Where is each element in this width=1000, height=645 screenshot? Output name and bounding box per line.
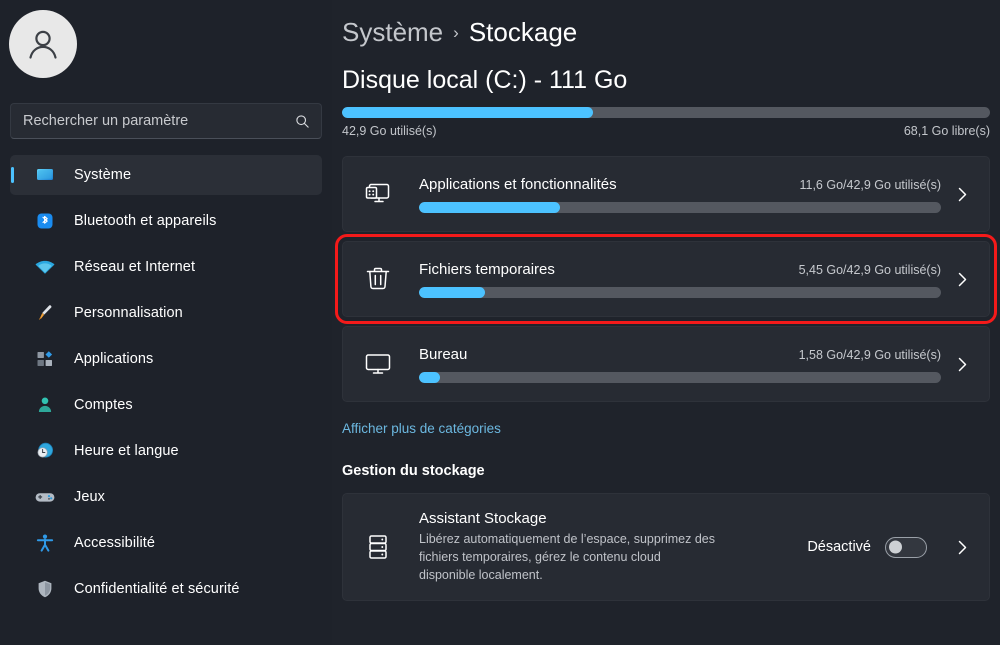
storage-sense-description: Libérez automatiquement de l’espace, sup… [419,532,716,583]
sidebar-item-personnalisation[interactable]: Personnalisation [10,293,322,333]
sidebar-item-heure-et-langue[interactable]: Heure et langue [10,431,322,471]
storage-category-bar [419,286,941,298]
paintbrush-icon [34,302,56,324]
sidebar-item-label: Système [74,167,132,183]
avatar[interactable] [9,10,77,78]
person-icon [34,394,56,416]
user-avatar-icon [23,24,63,64]
drive-used-label: 42,9 Go utilisé(s) [342,124,437,138]
sidebar-item-label: Réseau et Internet [74,259,196,275]
breadcrumb-parent[interactable]: Système [342,17,443,48]
sidebar-item-confidentialite-et-securite[interactable]: Confidentialité et sécurité [10,569,322,609]
storage-category-bar-fill [419,201,560,213]
storage-category-body: Fichiers temporaires 5,45 Go/42,9 Go uti… [419,261,941,298]
main-content: Système › Stockage Disque local (C:) - 1… [332,0,1000,645]
storage-category-card-highlighted[interactable]: Fichiers temporaires 5,45 Go/42,9 Go uti… [335,234,997,324]
breadcrumb: Système › Stockage [332,0,1000,48]
sidebar-nav: Système Bluetooth et appareils Réseau et… [0,155,332,609]
storage-category-body: Applications et fonctionnalités 11,6 Go/… [419,176,941,213]
search-input[interactable] [11,104,321,138]
sidebar-item-systeme[interactable]: Système [10,155,322,195]
sidebar-item-label: Accessibilité [74,535,156,551]
sidebar-item-label: Applications [74,351,154,367]
sidebar-item-label: Comptes [74,397,133,413]
storage-category-row: Bureau 1,58 Go/42,9 Go utilisé(s) [419,346,941,363]
chevron-right-icon[interactable] [949,271,975,288]
storage-category-title: Fichiers temporaires [419,260,555,278]
storage-category-bar [419,371,941,383]
storage-sense-toggle[interactable] [885,536,927,558]
clock-globe-icon [34,440,56,462]
sidebar-item-label: Heure et langue [74,443,179,459]
trash-icon [361,262,395,296]
chevron-right-icon[interactable] [949,356,975,373]
storage-category-bar-fill [419,371,440,383]
desktop-monitor-icon [361,347,395,381]
storage-category-value: 5,45 Go/42,9 Go utilisé(s) [798,262,941,277]
storage-category-row: Applications et fonctionnalités 11,6 Go/… [419,176,941,193]
sidebar-item-label: Personnalisation [74,305,183,321]
sidebar-item-bluetooth-et-appareils[interactable]: Bluetooth et appareils [10,201,322,241]
storage-sense-title: Assistant Stockage [419,510,547,527]
storage-category-value: 11,6 Go/42,9 Go utilisé(s) [799,177,941,192]
avatar-container [0,0,332,78]
apps-icon [34,348,56,370]
wifi-icon [34,256,56,278]
settings-window: Système Bluetooth et appareils [0,0,1000,645]
sidebar-item-comptes[interactable]: Comptes [10,385,322,425]
show-more-categories-link[interactable]: Afficher plus de catégories [332,411,501,436]
sidebar-item-accessibilite[interactable]: Accessibilité [10,523,322,563]
toggle-knob [889,540,902,554]
sidebar-item-label: Bluetooth et appareils [74,213,217,229]
sidebar-item-jeux[interactable]: Jeux [10,477,322,517]
sidebar-item-label: Jeux [74,489,106,505]
breadcrumb-current: Stockage [468,17,578,47]
search-icon[interactable] [294,113,310,129]
chevron-right-icon[interactable] [949,539,975,556]
apps-monitor-icon [361,177,395,211]
storage-category-bar-fill [419,286,486,298]
storage-category-card[interactable]: Applications et fonctionnalités 11,6 Go/… [342,156,990,232]
bluetooth-icon [34,210,56,232]
monitor-icon [34,164,56,186]
sidebar-item-label: Confidentialité et sécurité [74,581,240,597]
sidebar: Système Bluetooth et appareils [0,0,332,645]
sidebar-item-applications[interactable]: Applications [10,339,322,379]
storage-sense-card[interactable]: Assistant Stockage Libérez automatiqueme… [342,493,990,602]
sidebar-item-reseau-et-internet[interactable]: Réseau et Internet [10,247,322,287]
storage-sense-controls: Désactivé [807,536,975,558]
storage-sense-toggle-label: Désactivé [807,539,871,556]
shield-icon [34,578,56,600]
drive-usage-bar [342,107,990,118]
storage-management-heading: Gestion du stockage [342,463,485,479]
chevron-right-icon[interactable] [949,186,975,203]
storage-category-title: Bureau [419,345,468,363]
gamepad-icon [34,486,56,508]
storage-sense-text: Assistant Stockage Libérez automatiqueme… [419,510,795,584]
breadcrumb-separator-icon: › [453,23,459,42]
storage-category-value: 1,58 Go/42,9 Go utilisé(s) [798,347,941,362]
drive-stack-icon [361,530,395,564]
storage-category-bar [419,201,941,213]
search-container [10,103,322,139]
drive-usage-labels: 42,9 Go utilisé(s) 68,1 Go libre(s) [332,118,1000,138]
drive-usage-bar-container [332,95,1000,118]
drive-usage-bar-fill [342,107,593,118]
storage-category-card[interactable]: Bureau 1,58 Go/42,9 Go utilisé(s) [342,326,990,402]
storage-category-row: Fichiers temporaires 5,45 Go/42,9 Go uti… [419,261,941,278]
storage-category-list: Applications et fonctionnalités 11,6 Go/… [332,138,1000,402]
storage-category-title: Applications et fonctionnalités [419,175,617,193]
accessibility-icon [34,532,56,554]
drive-free-label: 68,1 Go libre(s) [903,124,990,138]
search-box[interactable] [10,103,322,139]
drive-title: Disque local (C:) - 111 Go [342,66,628,94]
storage-category-body: Bureau 1,58 Go/42,9 Go utilisé(s) [419,346,941,383]
